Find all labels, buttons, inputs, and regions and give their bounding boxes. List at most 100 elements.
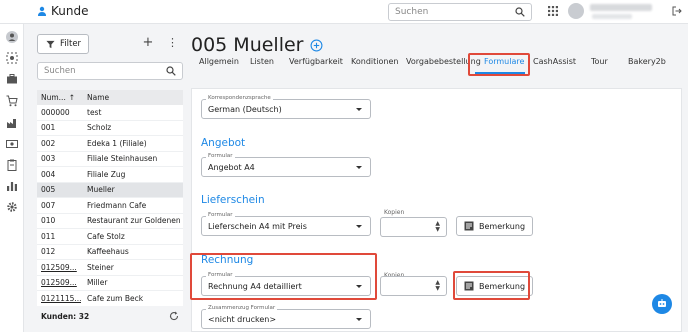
customer-number: 0121115... xyxy=(41,293,81,303)
filter-button[interactable]: Filter xyxy=(37,34,89,54)
lieferschein-kopien-label: Kopien xyxy=(384,209,405,216)
page-title: 005 Mueller xyxy=(191,34,323,56)
add-customer-button[interactable]: + xyxy=(141,36,155,50)
column-header-name[interactable]: Name xyxy=(81,93,109,102)
customer-number: 000000 xyxy=(41,107,70,117)
customer-search-input[interactable]: Suchen xyxy=(37,62,183,80)
lieferschein-kopien-stepper[interactable]: ▲ ▼ xyxy=(380,217,447,237)
correspondence-language-select[interactable]: Korrespondenzsprache German (Deutsch) xyxy=(201,95,371,119)
customer-title: 005 Mueller xyxy=(191,34,304,56)
sort-arrow-up-icon[interactable]: ↑ xyxy=(69,93,75,102)
lieferschein-form-select[interactable]: Formular Lieferschein A4 mit Preis xyxy=(201,212,371,236)
add-circle-icon[interactable] xyxy=(310,39,323,52)
customer-name: Miller xyxy=(87,278,108,288)
customer-name: Filiale Zug xyxy=(87,169,126,179)
nav-chart-icon[interactable] xyxy=(5,179,19,193)
customer-number: 001 xyxy=(41,123,56,133)
nav-settings-icon[interactable] xyxy=(5,200,19,214)
customer-number: 007 xyxy=(41,200,56,210)
customer-name: Friedmann Cafe xyxy=(87,200,147,210)
customer-name: Steiner xyxy=(87,262,114,272)
user-avatar[interactable] xyxy=(568,3,584,19)
lieferschein-bemerkung-label: Bemerkung xyxy=(479,221,526,231)
tab-listen[interactable]: Listen xyxy=(250,57,274,66)
correspondence-language-value: German (Deutsch) xyxy=(208,105,282,114)
note-icon xyxy=(464,221,474,231)
nav-clipboard-icon[interactable] xyxy=(5,158,19,172)
customer-name: Cafe Stolz xyxy=(87,231,125,241)
customer-name: Edeka 1 (Filiale) xyxy=(87,138,147,148)
customer-count: Kunden: 32 xyxy=(41,311,90,321)
tab-bakery2b[interactable]: Bakery2b xyxy=(628,57,666,66)
apps-grid-icon[interactable] xyxy=(548,6,558,16)
table-header: Num... ↑ Name xyxy=(37,90,183,105)
tab-tour[interactable]: Tour xyxy=(591,57,608,66)
global-search-input[interactable]: Suchen xyxy=(388,3,532,21)
stepper-arrows-icon[interactable]: ▲ ▼ xyxy=(435,221,440,233)
table-row[interactable]: 007 Friedmann Cafe xyxy=(37,198,183,214)
nav-factory-icon[interactable] xyxy=(5,116,19,130)
nav-customer-icon[interactable] xyxy=(5,30,19,44)
rechnung-kopien-stepper[interactable]: ▲ ▼ xyxy=(380,276,447,296)
chevron-down-icon xyxy=(356,166,362,169)
table-row[interactable]: 000000 test xyxy=(37,105,183,121)
section-angebot: Angebot xyxy=(201,137,246,149)
table-row[interactable]: 012509... Steiner xyxy=(37,260,183,276)
table-row[interactable]: 012509... Miller xyxy=(37,275,183,291)
search-icon[interactable] xyxy=(166,66,176,76)
stepper-arrows-icon[interactable]: ▲ ▼ xyxy=(435,280,440,292)
lieferschein-bemerkung-button[interactable]: Bemerkung xyxy=(456,216,534,236)
filter-icon xyxy=(46,40,55,48)
nav-cash-icon[interactable] xyxy=(5,137,19,151)
user-name-blurred xyxy=(590,4,652,11)
table-row[interactable]: 003 Filiale Steinhausen xyxy=(37,151,183,167)
chatbot-icon[interactable] xyxy=(652,294,672,314)
customer-name: Scholz xyxy=(87,123,112,133)
table-row[interactable]: 004 Filiale Zug xyxy=(37,167,183,183)
table-footer: Kunden: 32 xyxy=(37,306,183,326)
section-lieferschein: Lieferschein xyxy=(201,194,265,206)
app-brand: Kunde xyxy=(37,4,88,18)
table-row[interactable]: 010 Restaurant zur Goldenen L... xyxy=(37,213,183,229)
correspondence-language-label: Korrespondenzsprache xyxy=(206,95,273,101)
angebot-form-label: Formular xyxy=(206,153,235,159)
customer-table: Num... ↑ Name 000000 test 001 Scholz 002 Edeka… xyxy=(37,90,183,307)
logout-icon[interactable] xyxy=(672,6,682,16)
table-row[interactable]: 012 Kaffeehaus xyxy=(37,244,183,260)
user-role-blurred xyxy=(592,14,632,19)
angebot-form-value: Angebot A4 xyxy=(208,163,255,172)
chevron-down-icon xyxy=(356,318,362,321)
nav-target-icon[interactable] xyxy=(5,51,19,65)
tab-konditionen[interactable]: Konditionen xyxy=(351,57,398,66)
customer-number: 012 xyxy=(41,247,56,257)
table-row[interactable]: 0121115... Cafe zum Beck xyxy=(37,291,183,307)
customer-list-panel: Filter + ⋮ Suchen Num... ↑ Name 000000 tes… xyxy=(31,30,187,330)
customer-name: Cafe zum Beck xyxy=(87,293,144,303)
zusammenzug-form-select[interactable]: Zusammenzug Formular <nicht drucken> xyxy=(201,305,371,329)
customer-name: Filiale Steinhausen xyxy=(87,154,158,164)
rechnung-highlight-box xyxy=(190,253,377,300)
nav-cart-icon[interactable] xyxy=(5,94,19,108)
nav-rail xyxy=(0,24,24,332)
customer-name: test xyxy=(87,107,102,117)
table-row[interactable]: 005 Mueller xyxy=(37,182,183,198)
refresh-icon[interactable] xyxy=(169,311,179,321)
customer-search-placeholder: Suchen xyxy=(44,66,76,76)
chevron-down-icon xyxy=(356,108,362,111)
table-row[interactable]: 002 Edeka 1 (Filiale) xyxy=(37,136,183,152)
filter-button-label: Filter xyxy=(60,39,82,49)
customer-number: 002 xyxy=(41,138,56,148)
table-row[interactable]: 001 Scholz xyxy=(37,120,183,136)
column-header-number[interactable]: Num... ↑ xyxy=(37,93,81,102)
more-options-button[interactable]: ⋮ xyxy=(167,36,178,50)
tab-allgemein[interactable]: Allgemein xyxy=(199,57,239,66)
angebot-form-select[interactable]: Formular Angebot A4 xyxy=(201,153,371,177)
chevron-down-icon xyxy=(356,225,362,228)
formulare-tab-highlight xyxy=(468,53,530,76)
table-row[interactable]: 011 Cafe Stolz xyxy=(37,229,183,245)
tab-verfuegbarkeit[interactable]: Verfügbarkeit xyxy=(289,57,343,66)
tab-cashassist[interactable]: CashAssist xyxy=(533,57,576,66)
customer-name: Restaurant zur Goldenen L... xyxy=(87,216,183,226)
nav-briefcase-icon[interactable] xyxy=(5,72,19,86)
search-icon[interactable] xyxy=(515,7,525,17)
